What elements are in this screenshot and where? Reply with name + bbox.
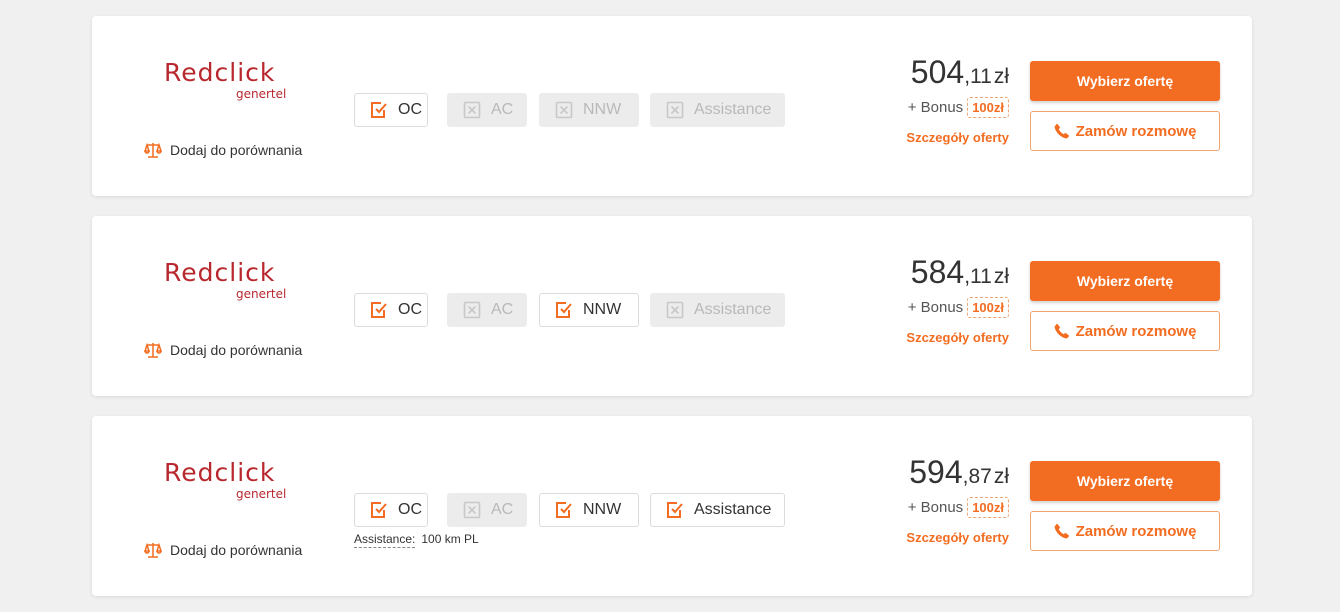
coverage-note: Assistance: 100 km PL [354,532,479,548]
bonus-info: + Bonus 100zł [908,497,1009,518]
offer-card: Redclick genertel Dodaj do porównania OC… [92,216,1252,396]
cross-icon [463,101,481,119]
check-icon [555,501,573,519]
scale-icon [144,541,170,559]
insurer-logo: Redclick genertel [164,458,286,506]
logo-subtitle: genertel [236,487,287,501]
offer-price: 594,87zł [909,454,1009,490]
coverage-oc: OC [354,293,428,327]
offer-price: 504,11zł [911,54,1009,90]
coverage-label: NNW [583,501,622,518]
bonus-info: + Bonus 100zł [908,297,1009,318]
cross-icon [555,101,573,119]
coverage-label: AC [491,301,514,318]
offer-price: 584,11zł [911,254,1009,290]
price-currency: zł [993,65,1009,88]
price-decimal: ,11 [964,265,992,288]
request-call-label: Zamów rozmowę [1075,522,1197,540]
coverage-ac: AC [447,293,527,327]
bonus-badge: 100zł [967,297,1009,318]
coverage-nnw: NNW [539,493,639,527]
coverage-label: NNW [583,301,622,318]
cross-icon [463,501,481,519]
price-integer: 594 [909,454,963,490]
coverage-ac: AC [447,493,527,527]
bonus-label: + Bonus [907,99,964,116]
coverage-label: Assistance [694,101,772,118]
logo-subtitle: genertel [236,287,287,301]
check-icon [370,301,388,319]
scale-icon [144,341,170,359]
compare-label: Dodaj do porównania [170,542,303,558]
select-offer-button[interactable]: Wybierz ofertę [1030,261,1220,301]
offer-card: Redclick genertel Dodaj do porównania OC… [92,416,1252,596]
note-value: 100 km PL [421,532,479,546]
cross-icon [666,101,684,119]
check-icon [666,501,684,519]
add-to-compare[interactable]: Dodaj do porównania [144,541,302,559]
request-call-button[interactable]: Zamów rozmowę [1030,511,1220,551]
check-icon [555,301,573,319]
coverage-label: OC [398,301,422,318]
insurer-logo: Redclick genertel [164,258,286,306]
logo-wordmark: Redclick [164,258,276,287]
offer-card: Redclick genertel Dodaj do porównania OC… [92,16,1252,196]
bonus-badge: 100zł [967,497,1009,518]
coverage-assistance: Assistance [650,293,785,327]
request-call-label: Zamów rozmowę [1075,322,1197,340]
phone-icon [1054,323,1076,339]
request-call-button[interactable]: Zamów rozmowę [1030,311,1220,351]
coverage-nnw: NNW [539,93,639,127]
select-offer-button[interactable]: Wybierz ofertę [1030,61,1220,101]
coverage-nnw: NNW [539,293,639,327]
price-decimal: ,11 [964,65,992,88]
coverage-label: AC [491,101,514,118]
coverage-label: NNW [583,101,622,118]
phone-icon [1054,523,1076,539]
check-icon [370,501,388,519]
select-offer-button[interactable]: Wybierz ofertę [1030,461,1220,501]
price-decimal: ,87 [962,465,992,488]
scale-icon [144,141,170,159]
add-to-compare[interactable]: Dodaj do porównania [144,141,302,159]
request-call-label: Zamów rozmowę [1075,122,1197,140]
coverage-label: Assistance [694,301,772,318]
price-currency: zł [993,265,1009,288]
bonus-label: + Bonus [907,299,964,316]
offer-details-link[interactable]: Szczegóły oferty [906,330,1009,345]
logo-wordmark: Redclick [164,458,276,487]
insurer-logo: Redclick genertel [164,58,286,106]
phone-icon [1054,123,1076,139]
coverage-label: Assistance [694,501,772,518]
request-call-button[interactable]: Zamów rozmowę [1030,111,1220,151]
offer-details-link[interactable]: Szczegóły oferty [906,130,1009,145]
coverage-oc: OC [354,93,428,127]
bonus-label: + Bonus [907,499,964,516]
price-currency: zł [993,465,1009,488]
price-integer: 584 [910,254,965,290]
add-to-compare[interactable]: Dodaj do porównania [144,341,302,359]
coverage-label: OC [398,101,422,118]
logo-subtitle: genertel [236,87,287,101]
coverage-assistance: Assistance [650,493,785,527]
cross-icon [463,301,481,319]
compare-label: Dodaj do porównania [170,142,303,158]
coverage-label: OC [398,501,422,518]
note-key[interactable]: Assistance: [354,532,416,548]
check-icon [370,101,388,119]
price-integer: 504 [910,54,965,90]
offer-details-link[interactable]: Szczegóły oferty [906,530,1009,545]
logo-wordmark: Redclick [164,58,276,87]
coverage-assistance: Assistance [650,93,785,127]
coverage-label: AC [491,501,514,518]
coverage-ac: AC [447,93,527,127]
coverage-oc: OC [354,493,428,527]
bonus-info: + Bonus 100zł [908,97,1009,118]
compare-label: Dodaj do porównania [170,342,303,358]
cross-icon [666,301,684,319]
bonus-badge: 100zł [967,97,1009,118]
